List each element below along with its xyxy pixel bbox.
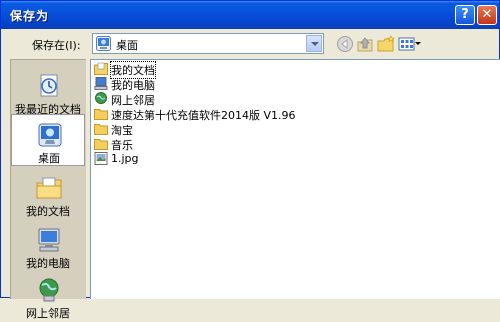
desktop-icon xyxy=(38,123,62,147)
desktop-icon xyxy=(96,36,111,51)
file-name: 音乐 xyxy=(111,139,133,152)
file-name: 我的文档 xyxy=(110,61,156,79)
file-name: 1.jpg xyxy=(111,152,139,165)
folder-icon xyxy=(94,124,108,135)
my-documents-icon xyxy=(36,177,62,199)
save-as-dialog: 保存为 ? ✕ 保存在(I): 桌面 我最近的文档 桌面 我的文档 我的电脑 网… xyxy=(0,0,500,320)
place-label: 我的电脑 xyxy=(26,257,70,270)
views-dropdown-arrow-icon[interactable] xyxy=(415,42,421,45)
recent-documents-icon xyxy=(40,74,58,97)
folder-icon xyxy=(94,139,108,150)
file-name: 淘宝 xyxy=(111,124,133,137)
network-places-icon xyxy=(39,278,59,302)
save-in-value: 桌面 xyxy=(116,39,138,52)
file-name: 我的电脑 xyxy=(111,79,155,92)
place-network[interactable]: 网上邻居 xyxy=(11,270,85,322)
views-menu-icon[interactable] xyxy=(398,35,416,53)
help-button[interactable]: ? xyxy=(455,5,475,25)
place-my-documents[interactable]: 我的文档 xyxy=(11,168,85,220)
place-recent-documents[interactable]: 我最近的文档 xyxy=(11,66,85,118)
my-computer-icon xyxy=(38,228,60,252)
back-icon[interactable] xyxy=(336,35,354,53)
close-button[interactable]: ✕ xyxy=(477,5,497,25)
jpg-file-icon xyxy=(94,152,108,165)
window-title: 保存为 xyxy=(10,9,50,23)
up-folder-icon[interactable] xyxy=(356,35,374,53)
file-name: 速度达第十代充值软件2014版 V1.96 xyxy=(111,109,296,122)
save-in-label: 保存在(I): xyxy=(32,39,81,52)
chevron-down-icon[interactable] xyxy=(306,35,322,52)
places-bar: 我最近的文档 桌面 我的文档 我的电脑 网上邻居 xyxy=(10,59,86,320)
my-documents-folder-icon xyxy=(94,62,108,75)
my-computer-icon xyxy=(94,77,108,90)
place-my-computer[interactable]: 我的电脑 xyxy=(11,220,85,272)
place-label: 桌面 xyxy=(38,152,60,165)
folder-icon xyxy=(94,109,108,120)
title-bar[interactable]: 保存为 ? ✕ xyxy=(1,1,499,29)
file-name: 网上邻居 xyxy=(111,94,155,107)
network-places-icon xyxy=(95,92,107,104)
place-desktop[interactable]: 桌面 xyxy=(11,114,85,166)
file-list[interactable]: 我的文档 我的电脑 网上邻居 速度达第十代充值软件2014版 V1.96 淘宝 … xyxy=(90,59,500,299)
place-label: 我的文档 xyxy=(26,205,70,218)
place-label: 网上邻居 xyxy=(26,307,70,320)
save-in-dropdown[interactable]: 桌面 xyxy=(92,33,324,54)
new-folder-icon[interactable] xyxy=(377,35,395,53)
